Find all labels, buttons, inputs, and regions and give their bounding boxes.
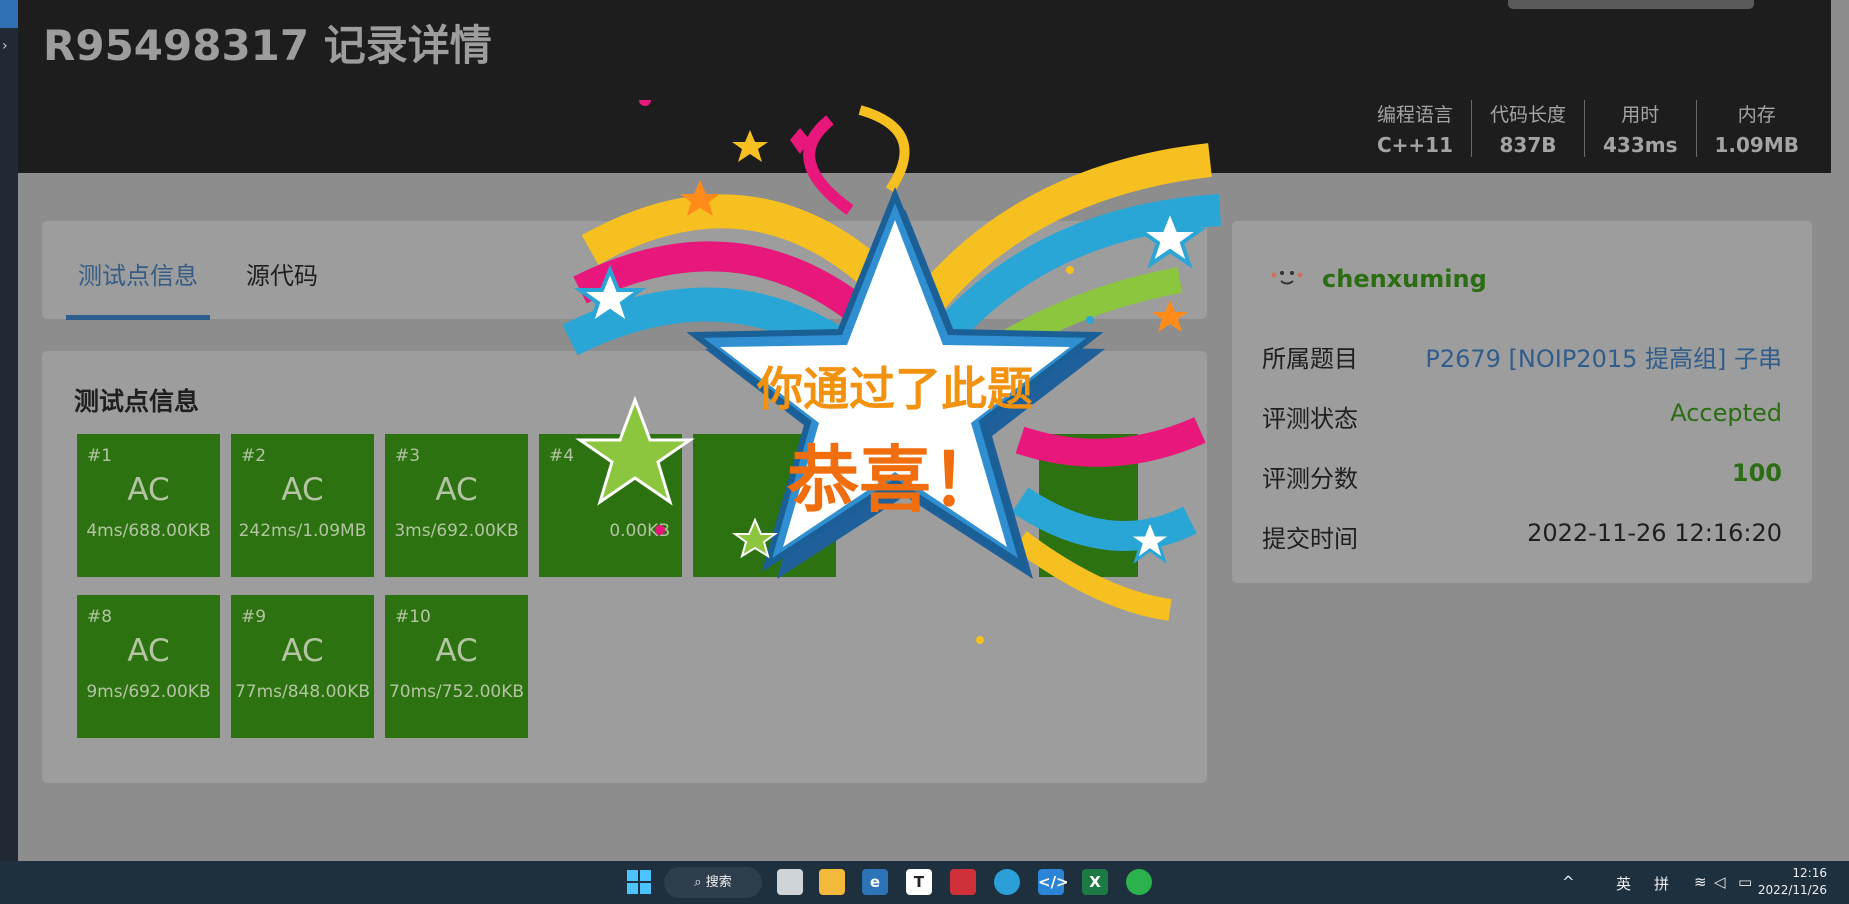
stats-bar: 编程语言 C++11 代码长度 837B 用时 433ms 内存 1.09MB bbox=[1359, 100, 1817, 157]
test-case-number: #2 bbox=[241, 446, 267, 466]
test-case-number: #3 bbox=[395, 446, 421, 466]
stat-code-length: 代码长度 837B bbox=[1470, 100, 1584, 157]
tab-source-code[interactable]: 源代码 bbox=[246, 256, 318, 291]
taskbar-search-button[interactable]: ⌕ 搜索 bbox=[664, 867, 762, 898]
test-case-detail: 3ms/692.00KB bbox=[394, 521, 519, 541]
chevron-up-icon[interactable]: ^ bbox=[1562, 873, 1575, 891]
test-case-status: AC bbox=[281, 633, 324, 669]
battery-icon[interactable]: ▭ bbox=[1738, 873, 1752, 891]
congrats-star-graphic: 你通过了此题 恭喜！ bbox=[562, 94, 1221, 644]
test-case-detail: 70ms/752.00KB bbox=[388, 682, 525, 702]
test-case-number: #10 bbox=[395, 607, 431, 627]
info-row-score: 评测分数 100 bbox=[1262, 459, 1782, 494]
test-case-tile[interactable]: #3 AC 3ms/692.00KB bbox=[385, 434, 528, 577]
task-view-icon[interactable] bbox=[777, 869, 803, 895]
score-value: 100 bbox=[1731, 459, 1782, 487]
volume-icon[interactable]: ◁ bbox=[1714, 873, 1726, 891]
stat-label: 内存 bbox=[1737, 104, 1776, 126]
info-row-status: 评测状态 Accepted bbox=[1262, 399, 1782, 434]
status-value: Accepted bbox=[1670, 399, 1782, 427]
popup-title: 你通过了此题 bbox=[756, 362, 1033, 416]
stat-label: 用时 bbox=[1621, 104, 1660, 126]
congrats-popup[interactable]: 你通过了此题 恭喜！ bbox=[550, 94, 1240, 670]
clock-time: 12:16 bbox=[1792, 866, 1827, 880]
test-case-status: AC bbox=[127, 633, 170, 669]
taskbar-clock[interactable]: 12:16 2022/11/26 bbox=[1758, 865, 1827, 899]
test-case-status: AC bbox=[435, 633, 478, 669]
test-case-tile[interactable]: #9 AC 77ms/848.00KB bbox=[231, 595, 374, 738]
browser-icon[interactable]: e bbox=[862, 869, 888, 895]
stat-value: 837B bbox=[1499, 133, 1557, 157]
stat-value: 1.09MB bbox=[1714, 133, 1800, 157]
edge-icon[interactable] bbox=[994, 869, 1020, 895]
left-edge-strip: › c bbox=[0, 0, 18, 884]
taskbar-search-label: 搜索 bbox=[705, 875, 732, 890]
test-case-tile[interactable]: #2 AC 242ms/1.09MB bbox=[231, 434, 374, 577]
app-icon[interactable] bbox=[950, 869, 976, 895]
record-info-card: chenxuming 所属题目 P2679 [NOIP2015 提高组] 子串 … bbox=[1232, 221, 1812, 583]
ime-mode-indicator[interactable]: 拼 bbox=[1654, 873, 1669, 894]
info-label: 所属题目 bbox=[1262, 345, 1358, 373]
test-case-tile[interactable]: #8 AC 9ms/692.00KB bbox=[77, 595, 220, 738]
test-case-number: #9 bbox=[241, 607, 267, 627]
test-case-tile[interactable]: #10 AC 70ms/752.00KB bbox=[385, 595, 528, 738]
stat-label: 编程语言 bbox=[1376, 104, 1453, 126]
header-search-box[interactable] bbox=[1508, 0, 1754, 9]
info-label: 评测分数 bbox=[1262, 465, 1358, 493]
test-case-detail: 242ms/1.09MB bbox=[238, 521, 367, 541]
submit-time-value: 2022-11-26 12:16:20 bbox=[1527, 519, 1782, 547]
test-case-status: AC bbox=[435, 472, 478, 508]
wifi-icon[interactable]: ≋ bbox=[1694, 873, 1707, 891]
info-row-problem: 所属题目 P2679 [NOIP2015 提高组] 子串 bbox=[1262, 339, 1782, 374]
vscode-icon[interactable]: </> bbox=[1038, 869, 1069, 895]
stat-time: 用时 433ms bbox=[1584, 100, 1696, 157]
stat-label: 代码长度 bbox=[1489, 104, 1566, 126]
test-case-status: AC bbox=[127, 472, 170, 508]
test-cases-heading: 测试点信息 bbox=[74, 387, 200, 416]
popup-congrats: 恭喜！ bbox=[786, 438, 1003, 522]
clock-date: 2022/11/26 bbox=[1757, 883, 1827, 897]
test-case-detail: 9ms/692.00KB bbox=[86, 682, 211, 702]
test-case-status: AC bbox=[281, 472, 324, 508]
test-case-detail: 77ms/848.00KB bbox=[234, 682, 371, 702]
test-case-tile[interactable]: #1 AC 4ms/688.00KB bbox=[77, 434, 220, 577]
tab-test-info[interactable]: 测试点信息 bbox=[78, 256, 198, 291]
test-case-number: #8 bbox=[87, 607, 113, 627]
username-link[interactable]: chenxuming bbox=[1322, 265, 1487, 293]
test-case-number: #1 bbox=[87, 446, 113, 466]
edge-marker bbox=[0, 0, 18, 28]
test-case-detail: 4ms/688.00KB bbox=[86, 521, 211, 541]
info-label: 提交时间 bbox=[1262, 525, 1358, 553]
windows-start-icon[interactable] bbox=[626, 869, 652, 895]
taskbar: ⌕ 搜索 e T </> X ^ 英 拼 ≋ ◁ ▭ 12:16 2022/11… bbox=[0, 861, 1849, 904]
search-icon: ⌕ bbox=[694, 875, 702, 890]
stat-value: C++11 bbox=[1376, 133, 1453, 157]
active-tab-indicator bbox=[66, 315, 210, 320]
stat-language: 编程语言 C++11 bbox=[1359, 100, 1471, 157]
chevron-right-icon[interactable]: › bbox=[2, 38, 8, 54]
excel-icon[interactable]: X bbox=[1082, 869, 1108, 895]
info-row-time: 提交时间 2022-11-26 12:16:20 bbox=[1262, 519, 1782, 554]
file-explorer-icon[interactable] bbox=[819, 869, 845, 895]
typora-icon[interactable]: T bbox=[906, 869, 932, 895]
stat-value: 433ms bbox=[1603, 133, 1678, 157]
info-label: 评测状态 bbox=[1262, 405, 1358, 433]
avatar[interactable] bbox=[1268, 263, 1306, 293]
ime-lang-indicator[interactable]: 英 bbox=[1616, 873, 1631, 894]
wechat-icon[interactable] bbox=[1126, 869, 1152, 895]
stat-memory: 内存 1.09MB bbox=[1695, 100, 1818, 157]
page-title: R95498317 记录详情 bbox=[43, 21, 492, 70]
problem-link[interactable]: P2679 [NOIP2015 提高组] 子串 bbox=[1425, 339, 1782, 374]
